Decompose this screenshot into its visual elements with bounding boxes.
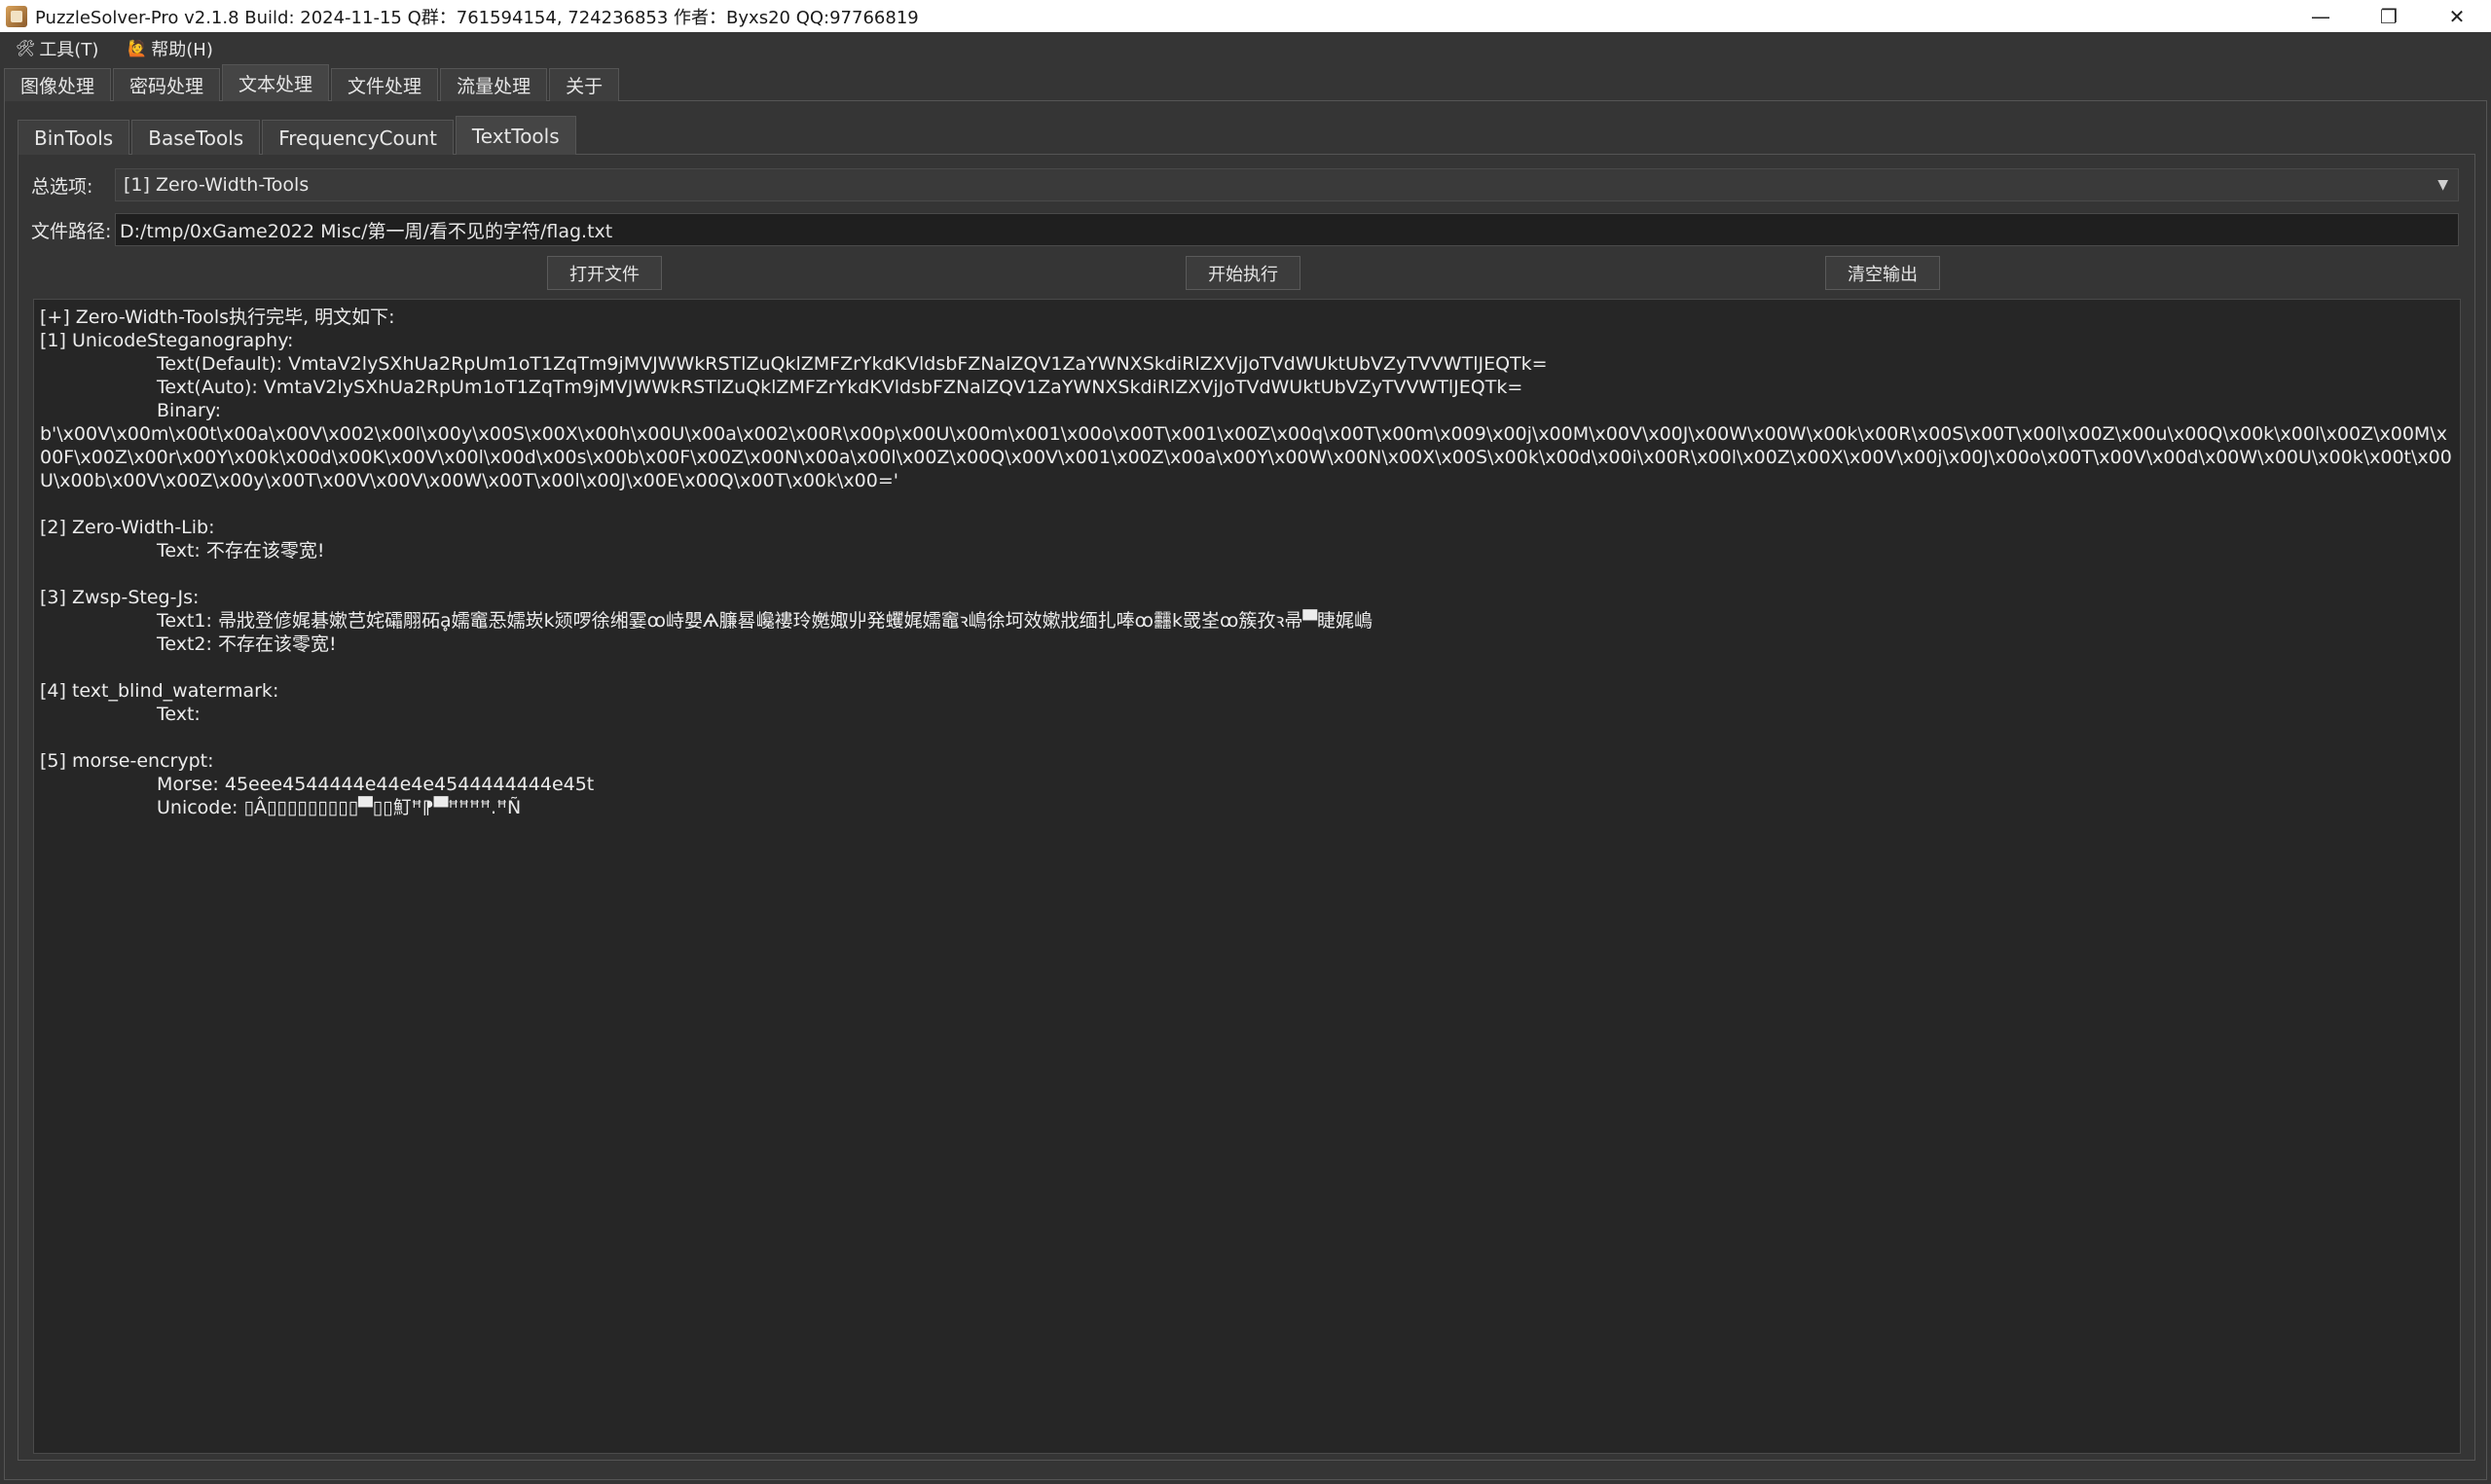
options-row: 总选项: [31,172,115,199]
minimize-button[interactable]: — [2287,0,2355,32]
tab-file[interactable]: 文件处理 [331,68,439,101]
window-controls: — ❐ ✕ [2287,0,2491,32]
output-line: [1] UnicodeSteganography: [40,330,294,351]
output-line: [2] Zero-Width-Lib: [40,517,215,538]
output-line: [4] text_blind_watermark: [40,680,279,702]
menu-tools[interactable]: 🛠 工具(T) [0,36,112,61]
run-button[interactable]: 开始执行 [1186,256,1300,290]
tools-icon: 🛠 [16,39,36,57]
output-line: Text(Auto): VmtaV2lySXhUa2RpUm1oT1ZqTm9j… [157,377,1523,398]
restore-button[interactable]: ❐ [2355,0,2423,32]
output-line: [5] morse-encrypt: [40,750,214,772]
menu-help[interactable]: 🙋 帮助(H) [112,36,227,61]
tab-texttools[interactable]: TextTools [455,116,576,155]
tab-about[interactable]: 关于 [549,68,620,101]
tab-text[interactable]: 文本处理 [222,64,330,101]
tab-frequencycount[interactable]: FrequencyCount [262,120,454,155]
app-icon [6,5,27,27]
tab-bintools[interactable]: BinTools [18,120,130,155]
output-blank-line [40,656,2454,679]
options-label: 总选项: [31,176,93,198]
options-selected-value: [1] Zero-Width-Tools [124,174,310,196]
main-tabs: 图像处理 密码处理 文本处理 文件处理 流量处理 关于 [4,64,621,101]
output-line: Morse: 45eee4544444e44e4e4544444444e45t [157,774,595,795]
file-path-label: 文件路径: [31,221,112,242]
output-blank-line [40,492,2454,516]
output-line: Text1: 帚戕登偐娓碁嫰芑姹礵翢砳ḁ嬬竈忢嬬崁k颎啰徐缃霎ꝏ峙嬰Ѧ臁晷巉褸玲… [157,610,1373,632]
output-blank-line [40,726,2454,749]
file-path-input[interactable] [115,213,2459,246]
output-line: [3] Zwsp-Steg-Js: [40,587,200,608]
menu-bar: 🛠 工具(T) 🙋 帮助(H) [0,32,2491,64]
menu-tools-label: 工具(T) [39,39,99,60]
output-line: [+] Zero-Width-Tools执行完毕, 明文如下: [40,307,395,328]
open-file-button[interactable]: 打开文件 [547,256,662,290]
title-bar: PuzzleSolver-Pro v2.1.8 Build: 2024-11-1… [0,0,2491,32]
output-line: Unicode: ▯Â▯▯▯▯▯▯▯▯▯▀▯▯䰳ꟸ⁋▀ꟸꟸꟸꟸ.ꟸÑ [157,797,522,818]
clear-output-button[interactable]: 清空输出 [1825,256,1940,290]
chevron-down-icon: ▼ [2437,177,2448,193]
output-line: Text: [157,704,201,725]
output-textarea[interactable]: [+] Zero-Width-Tools执行完毕, 明文如下: [1] Unic… [33,299,2461,1454]
options-select[interactable]: [1] Zero-Width-Tools ▼ [115,168,2459,201]
file-path-row: 文件路径: [31,217,115,243]
close-button[interactable]: ✕ [2423,0,2491,32]
help-icon: 🙋 [128,39,148,57]
output-line: Binary: [157,400,222,421]
output-blank-line [40,562,2454,586]
tab-image[interactable]: 图像处理 [4,68,112,101]
tab-basetools[interactable]: BaseTools [131,120,261,155]
sub-tabs: BinTools BaseTools FrequencyCount TextTo… [18,116,578,155]
output-line: Text2: 不存在该零宽! [157,633,337,655]
window-title: PuzzleSolver-Pro v2.1.8 Build: 2024-11-1… [35,7,919,28]
output-line: Text(Default): VmtaV2lySXhUa2RpUm1oT1ZqT… [157,353,1548,375]
output-line: b'\x00V\x00m\x00t\x00a\x00V\x002\x00l\x0… [40,423,2452,491]
output-line: Text: 不存在该零宽! [157,540,325,561]
tab-crypto[interactable]: 密码处理 [113,68,221,101]
tab-traffic[interactable]: 流量处理 [440,68,548,101]
menu-help-label: 帮助(H) [151,39,213,60]
